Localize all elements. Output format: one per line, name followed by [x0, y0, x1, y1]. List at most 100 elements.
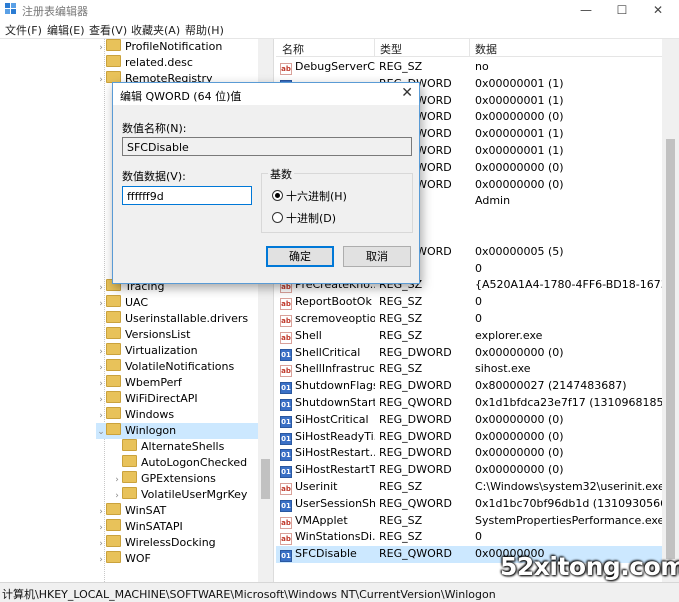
menu-view[interactable]: 查看(V) [89, 22, 127, 38]
tree-item[interactable]: ⌄ Winlogon [96, 423, 258, 439]
folder-icon [106, 311, 121, 323]
value-name-cell: ab ReportBootOk [280, 294, 375, 311]
folder-icon [106, 375, 121, 387]
string-value-icon: ab [280, 63, 292, 75]
value-row[interactable]: abDebugServerC... REG_SZ no [276, 59, 662, 76]
collapsed-chevron-icon[interactable]: › [96, 360, 106, 376]
value-name-text: Shell [295, 328, 322, 342]
ok-button[interactable]: 确定 [266, 246, 334, 267]
value-data-cell: 0x00000001 (1) [475, 127, 564, 141]
collapsed-chevron-icon[interactable]: › [96, 72, 106, 88]
tree-item[interactable]: related.desc [96, 55, 258, 71]
value-type-cell: REG_SZ [379, 312, 423, 325]
string-value-icon: ab [280, 331, 292, 344]
value-name-cell: 01 ShutdownFlags [280, 378, 375, 395]
value-name-cell: 01ShutdownStart... [280, 395, 375, 412]
menu-file[interactable]: 文件(F) [5, 22, 42, 38]
menu-help[interactable]: 帮助(H) [185, 22, 224, 38]
value-data-cell: no [475, 60, 489, 73]
collapsed-chevron-icon[interactable]: › [96, 504, 106, 520]
value-name-text: VMApplet [295, 513, 348, 527]
folder-icon [122, 455, 137, 467]
value-row[interactable]: abShellInfrastruc... REG_SZ sihost.exe [276, 361, 662, 378]
value-row[interactable]: 01ShutdownStart... REG_QWORD 0x1d1bfdca23e… [276, 395, 662, 412]
value-row[interactable]: 01 SiHostCritical REG_DWORD 0x00000000 (0) [276, 412, 662, 429]
tree-item[interactable]: › WOF [96, 551, 258, 567]
menu-edit[interactable]: 编辑(E) [47, 22, 85, 38]
value-row[interactable]: 01SiHostRestartT... REG_DWORD 0x00000000 (… [276, 462, 662, 479]
tree-item[interactable]: › GPExtensions [112, 471, 258, 487]
value-row[interactable]: 01 ShellCritical REG_DWORD 0x00000000 (0) [276, 345, 662, 362]
list-scrollbar[interactable] [662, 39, 679, 582]
close-window-button[interactable]: ✕ [637, 0, 679, 20]
tree-item[interactable]: VersionsList [96, 327, 258, 343]
tree-item-label: related.desc [125, 56, 193, 69]
window-title: 注册表编辑器 [22, 5, 88, 18]
tree-item[interactable]: Userinstallable.drivers [96, 311, 258, 327]
tree-item-label: UAC [125, 296, 149, 309]
value-row[interactable]: ab WinStationsDi... REG_SZ 0 [276, 529, 662, 546]
tree-item[interactable]: › WbemPerf [96, 375, 258, 391]
expanded-chevron-icon[interactable]: ⌄ [96, 424, 106, 440]
hex-radio-option[interactable]: 十六进制(H) [272, 188, 347, 204]
tree-item[interactable]: › WinSAT [96, 503, 258, 519]
tree-item[interactable]: › WinSATAPI [96, 519, 258, 535]
tree-item[interactable]: AutoLogonChecked [112, 455, 258, 471]
column-header-data[interactable]: 数据 [475, 41, 497, 57]
value-data-input[interactable]: ffffff9d [122, 186, 252, 205]
collapsed-chevron-icon[interactable]: › [96, 296, 106, 312]
value-row[interactable]: ab ReportBootOk REG_SZ 0 [276, 294, 662, 311]
tree-item[interactable]: › Windows [96, 407, 258, 423]
collapsed-chevron-icon[interactable]: › [96, 520, 106, 536]
binary-value-icon: 01 [280, 348, 292, 361]
collapsed-chevron-icon[interactable]: › [96, 552, 106, 568]
collapsed-chevron-icon[interactable]: › [96, 40, 106, 56]
folder-icon [106, 295, 121, 307]
hex-radio[interactable] [272, 190, 283, 201]
collapsed-chevron-icon[interactable]: › [96, 344, 106, 360]
tree-item[interactable]: › Virtualization [96, 343, 258, 359]
list-scrollbar-thumb[interactable] [666, 139, 675, 559]
menu-favorites[interactable]: 收藏夹(A) [131, 22, 180, 38]
tree-item-label: Virtualization [125, 344, 198, 357]
collapsed-chevron-icon[interactable]: › [112, 472, 122, 488]
column-header-name[interactable]: 名称 [282, 41, 304, 57]
dec-radio-option[interactable]: 十进制(D) [272, 210, 336, 226]
column-divider[interactable] [374, 39, 375, 56]
value-row[interactable]: 01 ShutdownFlags REG_DWORD 0x80000027 (2147… [276, 378, 662, 395]
tree-item[interactable]: › VolatileNotifications [96, 359, 258, 375]
dialog-close-icon[interactable]: ✕ [401, 85, 413, 101]
value-row[interactable]: 01UserSessionSh... REG_QWORD 0x1d1bc70bf96… [276, 496, 662, 513]
collapsed-chevron-icon[interactable]: › [96, 408, 106, 424]
tree-item[interactable]: › UAC [96, 295, 258, 311]
value-type-cell: REG_QWORD [379, 547, 452, 561]
tree-item-label: GPExtensions [141, 472, 216, 485]
value-row[interactable]: ab VMApplet REG_SZ SystemPropertiesPerforma… [276, 513, 662, 530]
collapsed-chevron-icon[interactable]: › [112, 488, 122, 504]
dec-radio[interactable] [272, 212, 283, 223]
collapsed-chevron-icon[interactable]: › [96, 392, 106, 408]
tree-item[interactable]: › WirelessDocking [96, 535, 258, 551]
tree-scrollbar-thumb[interactable] [261, 459, 270, 499]
tree-item[interactable]: › WiFiDirectAPI [96, 391, 258, 407]
value-type-cell: REG_DWORD [379, 463, 452, 477]
column-header-type[interactable]: 类型 [380, 41, 402, 57]
cancel-button[interactable]: 取消 [343, 246, 411, 267]
value-name-cell: abShellInfrastruc... [280, 361, 375, 378]
collapsed-chevron-icon[interactable]: › [96, 376, 106, 392]
tree-item[interactable]: › VolatileUserMgrKey [112, 487, 258, 503]
collapsed-chevron-icon[interactable]: › [96, 280, 106, 296]
value-row[interactable]: ab Userinit REG_SZ C:\Windows\system32\user… [276, 479, 662, 496]
collapsed-chevron-icon[interactable]: › [96, 536, 106, 552]
value-row[interactable]: ab scremoveoption REG_SZ 0 [276, 311, 662, 328]
tree-item-label: Userinstallable.drivers [125, 312, 249, 325]
column-divider[interactable] [469, 39, 470, 56]
binary-value-icon: 01 [280, 415, 292, 428]
tree-item-label: Winlogon [125, 424, 177, 437]
value-row[interactable]: ab Shell REG_SZ explorer.exe [276, 328, 662, 345]
value-data-cell: 0x1d1bfdca23e7f17 (1310968185061701 [475, 396, 662, 409]
tree-item[interactable]: › ProfileNotification [96, 39, 258, 55]
value-row[interactable]: 01 SiHostRestart... REG_DWORD 0x00000000 (0… [276, 445, 662, 462]
value-row[interactable]: 01SiHostReadyTi... REG_DWORD 0x00000000 (0… [276, 429, 662, 446]
tree-item[interactable]: AlternateShells [112, 439, 258, 455]
